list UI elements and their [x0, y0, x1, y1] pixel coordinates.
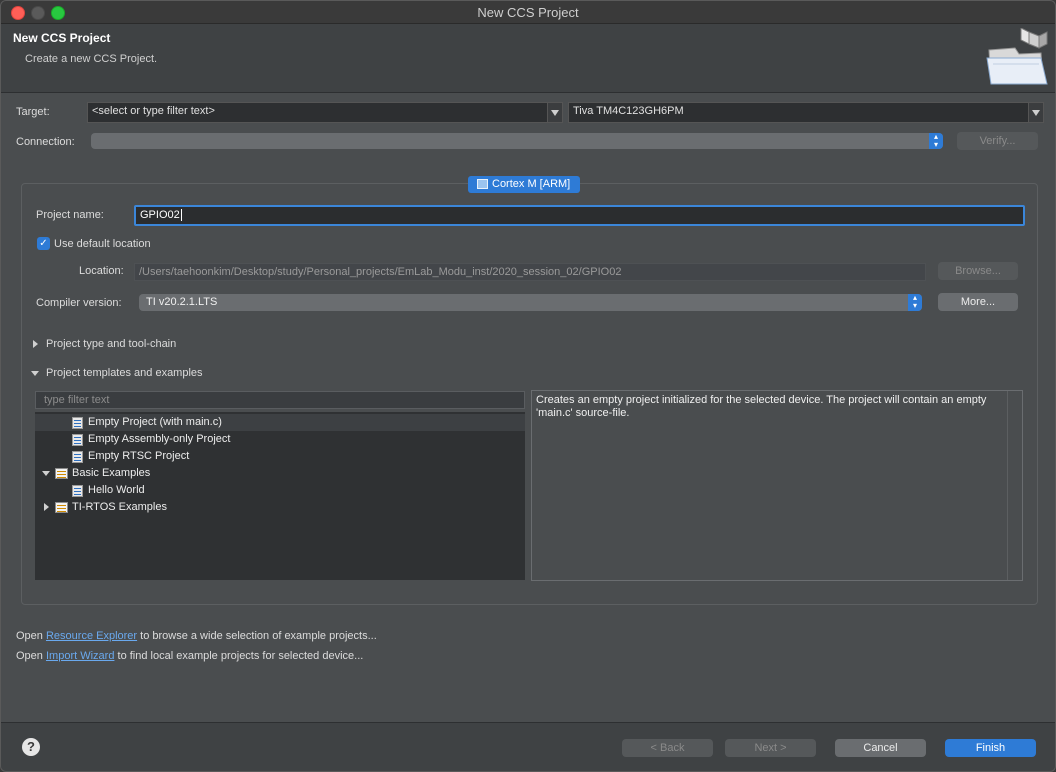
resource-explorer-line: Open Resource Explorer to browse a wide …	[16, 630, 377, 642]
project-name-input[interactable]: GPIO02	[134, 205, 1025, 226]
target-device-combo[interactable]: Tiva TM4C123GH6PM	[568, 102, 1044, 123]
template-filter-placeholder: type filter text	[44, 394, 110, 406]
page-subtitle: Create a new CCS Project.	[25, 53, 158, 65]
tree-item-label: TI-RTOS Examples	[72, 501, 167, 513]
tree-item-label: Empty Project (with main.c)	[88, 416, 222, 428]
next-button[interactable]: Next >	[725, 739, 816, 757]
select-stepper-icon: ▴ ▾	[929, 133, 943, 149]
help-icon[interactable]: ?	[22, 738, 40, 756]
chip-icon	[477, 179, 488, 189]
tree-item-label: Basic Examples	[72, 467, 151, 479]
connection-label: Connection:	[16, 136, 75, 148]
location-label: Location:	[79, 265, 124, 277]
tree-item-empty-project[interactable]: Empty Project (with main.c)	[35, 414, 525, 431]
wizard-header: New CCS Project Create a new CCS Project…	[1, 24, 1055, 93]
tree-item-empty-rtsc-project[interactable]: Empty RTSC Project	[35, 448, 525, 465]
tree-item-hello-world[interactable]: Hello World	[35, 482, 525, 499]
more-button[interactable]: More...	[938, 293, 1018, 311]
title-bar: New CCS Project	[1, 1, 1055, 24]
use-default-location-checkbox[interactable]: ✓	[37, 237, 50, 250]
chevron-down-icon[interactable]	[547, 103, 562, 122]
target-filter-combo[interactable]: <select or type filter text>	[87, 102, 563, 123]
tab-cortex-m-arm[interactable]: Cortex M [ARM]	[468, 176, 581, 193]
cancel-button[interactable]: Cancel	[835, 739, 926, 757]
tab-cortex-m-arm-label: Cortex M [ARM]	[492, 178, 571, 190]
tree-item-empty-assembly-project[interactable]: Empty Assembly-only Project	[35, 431, 525, 448]
target-filter-value: <select or type filter text>	[92, 105, 215, 117]
finish-button[interactable]: Finish	[945, 739, 1036, 757]
scrollbar[interactable]	[1007, 391, 1008, 580]
file-icon	[72, 451, 83, 463]
new-ccs-project-window: New CCS Project New CCS Project Create a…	[0, 0, 1056, 772]
expand-down-icon[interactable]	[42, 471, 50, 476]
browse-button[interactable]: Browse...	[938, 262, 1018, 280]
target-device-value: Tiva TM4C123GH6PM	[573, 105, 684, 117]
compiler-version-value: TI v20.2.1.LTS	[146, 296, 218, 308]
verify-button[interactable]: Verify...	[957, 132, 1038, 150]
template-description-panel: Creates an empty project initialized for…	[531, 390, 1023, 581]
page-title: New CCS Project	[13, 31, 111, 45]
folder-icon	[55, 468, 68, 479]
link-prefix: Open	[16, 650, 43, 662]
tree-item-ti-rtos-examples[interactable]: TI-RTOS Examples	[35, 499, 525, 516]
tree-item-label: Empty Assembly-only Project	[88, 433, 231, 445]
file-icon	[72, 417, 83, 429]
compiler-version-select[interactable]: TI v20.2.1.LTS ▴ ▾	[139, 294, 922, 311]
target-label: Target:	[16, 106, 50, 118]
section-toolchain[interactable]: Project type and tool-chain	[46, 338, 176, 350]
file-icon	[72, 485, 83, 497]
compiler-version-label: Compiler version:	[36, 297, 122, 309]
project-name-value: GPIO02	[140, 209, 180, 221]
template-description: Creates an empty project initialized for…	[536, 394, 987, 419]
import-wizard-link[interactable]: Import Wizard	[46, 650, 114, 662]
chevron-down-icon[interactable]	[1028, 103, 1043, 122]
link-suffix: to find local example projects for selec…	[117, 650, 364, 662]
resource-explorer-link[interactable]: Resource Explorer	[46, 630, 137, 642]
back-button[interactable]: < Back	[622, 739, 713, 757]
location-value: /Users/taehoonkim/Desktop/study/Personal…	[139, 266, 622, 278]
tree-item-label: Hello World	[88, 484, 145, 496]
section-templates[interactable]: Project templates and examples	[46, 367, 203, 379]
link-prefix: Open	[16, 630, 43, 642]
import-wizard-line: Open Import Wizard to find local example…	[16, 650, 363, 662]
location-input[interactable]: /Users/taehoonkim/Desktop/study/Personal…	[134, 263, 926, 281]
chevron-right-icon[interactable]	[33, 340, 38, 348]
select-stepper-icon: ▴ ▾	[908, 294, 922, 311]
chevron-down-icon[interactable]	[31, 371, 39, 376]
template-tree[interactable]: Empty Project (with main.c) Empty Assemb…	[35, 412, 525, 580]
project-name-label: Project name:	[36, 209, 104, 221]
file-icon	[72, 434, 83, 446]
folder-icon	[55, 502, 68, 513]
template-filter-input[interactable]: type filter text	[35, 391, 525, 409]
expand-right-icon[interactable]	[44, 503, 49, 511]
tree-item-label: Empty RTSC Project	[88, 450, 190, 462]
connection-select[interactable]: ▴ ▾	[91, 133, 943, 149]
new-project-wizard-icon	[986, 28, 1048, 85]
tree-item-basic-examples[interactable]: Basic Examples	[35, 465, 525, 482]
window-title: New CCS Project	[477, 5, 579, 20]
use-default-location-label[interactable]: Use default location	[54, 238, 151, 250]
link-suffix: to browse a wide selection of example pr…	[140, 630, 377, 642]
